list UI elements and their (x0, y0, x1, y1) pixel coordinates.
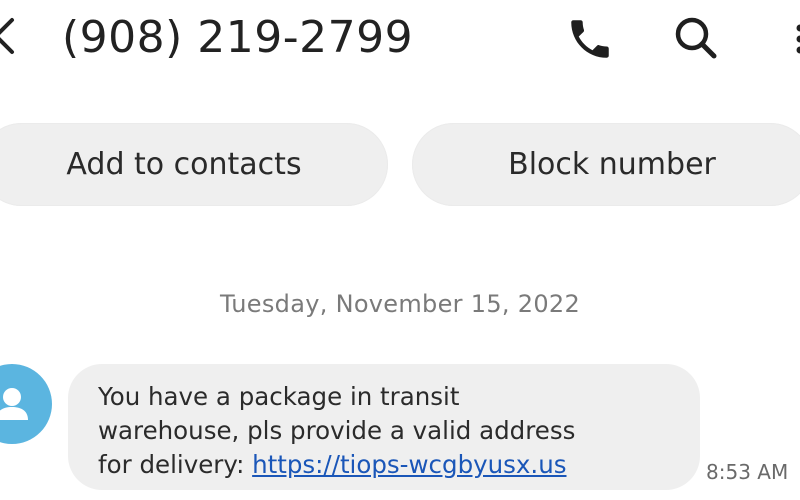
message-timestamp: 8:53 AM (706, 460, 789, 484)
phone-icon (571, 20, 609, 58)
sender-avatar[interactable] (0, 364, 52, 444)
block-number-label: Block number (508, 147, 716, 182)
message-link[interactable]: https://tiops-wcgbyusx.us (252, 450, 566, 479)
message-line-3: for delivery: https://tiops-wcgbyusx.us (98, 448, 700, 482)
back-button[interactable] (0, 12, 22, 60)
search-icon (675, 17, 717, 59)
conversation-header: (908) 219-2799 (0, 0, 800, 80)
contact-phone-number: (908) 219-2799 (62, 12, 414, 63)
block-number-button[interactable]: Block number (412, 123, 800, 206)
person-icon (0, 388, 28, 420)
message-bubble[interactable]: You have a package in transit warehouse,… (68, 364, 700, 490)
message-line-2: warehouse, pls provide a valid address (98, 416, 576, 445)
call-button[interactable] (565, 14, 615, 64)
more-vertical-icon (796, 24, 800, 54)
add-to-contacts-button[interactable]: Add to contacts (0, 123, 388, 206)
chevron-left-icon (0, 18, 14, 54)
more-options-button[interactable] (788, 14, 800, 64)
message-line-1: You have a package in transit (98, 382, 460, 411)
search-button[interactable] (670, 12, 722, 64)
add-to-contacts-label: Add to contacts (66, 147, 302, 182)
date-separator: Tuesday, November 15, 2022 (219, 290, 581, 318)
message-line-3-text: for delivery: (98, 450, 253, 479)
